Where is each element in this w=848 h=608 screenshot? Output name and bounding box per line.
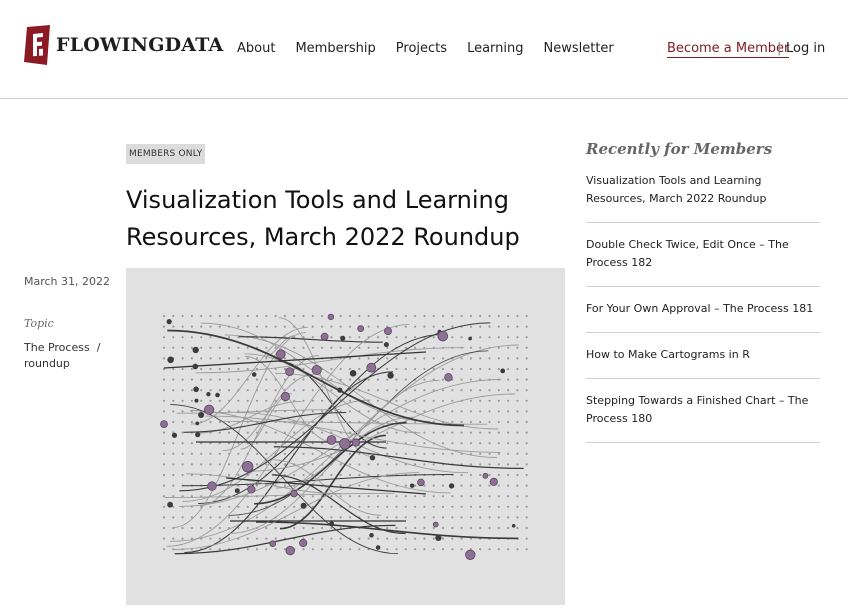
- site-header: FLOWINGDATA About Membership Projects Le…: [0, 0, 848, 99]
- topic-label: Topic: [24, 317, 54, 330]
- nav-projects[interactable]: Projects: [396, 40, 447, 58]
- nav-membership[interactable]: Membership: [295, 40, 375, 58]
- nav-newsletter[interactable]: Newsletter: [544, 40, 614, 58]
- recent-posts-list: Visualization Tools and Learning Resourc…: [586, 172, 820, 443]
- sidebar-title: Recently for Members: [586, 140, 773, 158]
- become-member-link[interactable]: Become a Member: [667, 40, 790, 58]
- list-item: Visualization Tools and Learning Resourc…: [586, 172, 820, 223]
- recent-post-link[interactable]: For Your Own Approval – The Process 181: [586, 300, 820, 318]
- recent-members-sidebar: Recently for Members Visualization Tools…: [586, 140, 820, 443]
- main-nav: About Membership Projects Learning Newsl…: [237, 40, 634, 58]
- nav-separator: |: [777, 41, 782, 56]
- topic-links: The Process / roundup: [24, 340, 114, 372]
- list-item: Stepping Towards a Finished Chart – The …: [586, 379, 820, 443]
- logo-link[interactable]: FLOWINGDATA: [24, 25, 223, 65]
- article-date: March 31, 2022: [24, 275, 111, 288]
- list-item: How to Make Cartograms in R: [586, 333, 820, 379]
- article-title: Visualization Tools and Learning Resourc…: [126, 186, 520, 251]
- logo-wordmark: FLOWINGDATA: [56, 33, 224, 56]
- flow-curves: [163, 317, 524, 555]
- hero-network-graphic: [160, 313, 528, 561]
- login-link[interactable]: Log in: [786, 40, 825, 58]
- topic-link-roundup[interactable]: roundup: [24, 357, 70, 370]
- recent-post-link[interactable]: Double Check Twice, Edit Once – The Proc…: [586, 236, 820, 272]
- list-item: Double Check Twice, Edit Once – The Proc…: [586, 223, 820, 287]
- topic-link-the-process[interactable]: The Process: [24, 341, 90, 354]
- nav-about[interactable]: About: [237, 40, 275, 58]
- topic-separator: /: [96, 341, 101, 354]
- recent-post-link[interactable]: How to Make Cartograms in R: [586, 346, 820, 364]
- recent-post-link[interactable]: Stepping Towards a Finished Chart – The …: [586, 392, 820, 428]
- list-item: For Your Own Approval – The Process 181: [586, 287, 820, 333]
- recent-post-link[interactable]: Visualization Tools and Learning Resourc…: [586, 172, 820, 208]
- nav-learning[interactable]: Learning: [467, 40, 523, 58]
- logo-icon: [24, 25, 50, 65]
- hero-image[interactable]: [126, 268, 565, 605]
- members-only-badge: MEMBERS ONLY: [126, 144, 206, 164]
